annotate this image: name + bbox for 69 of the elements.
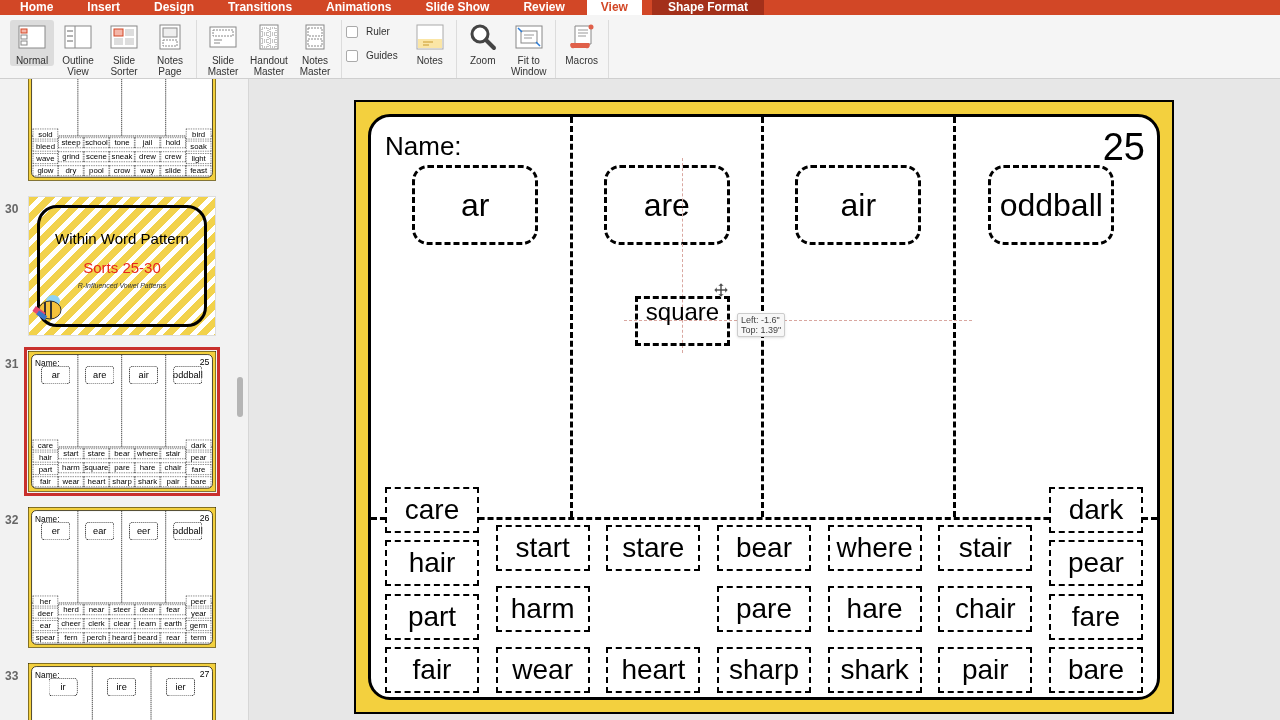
word-card[interactable]: fair xyxy=(385,647,479,693)
sort-number: 27 xyxy=(199,667,210,681)
ribbon-button[interactable]: Outline View xyxy=(56,20,100,77)
notes-icon xyxy=(414,23,445,51)
header-card: air xyxy=(795,165,922,245)
ribbon-button[interactable]: Notes Master xyxy=(293,20,337,77)
ribbon-tab[interactable]: Design xyxy=(142,0,207,15)
word-card[interactable]: pear xyxy=(1048,540,1143,587)
slide-thumbnail[interactable]: ir ire ier Name: 27 xyxy=(28,663,216,720)
word-card[interactable]: shark xyxy=(827,647,922,693)
word-card[interactable]: sharp xyxy=(716,647,811,693)
ribbon-button[interactable]: Fit to Window xyxy=(506,20,551,77)
ribbon-tab[interactable]: Animations xyxy=(314,0,404,15)
scrollbar-thumb[interactable] xyxy=(237,377,243,417)
word-card[interactable]: chair xyxy=(938,586,1033,632)
ribbon-button[interactable]: Zoom xyxy=(460,20,505,66)
ribbon-button[interactable]: Macros xyxy=(559,20,604,66)
word-card[interactable]: harm xyxy=(495,586,590,632)
bee-drawing xyxy=(31,293,65,323)
ribbon-tab[interactable]: Shape Format xyxy=(651,0,764,15)
header-card: are xyxy=(603,165,730,245)
ribbon-button[interactable]: Slide Sorter xyxy=(102,20,146,77)
ribbon-button[interactable]: Handout Master xyxy=(247,20,291,77)
ribbon-button[interactable]: Notes xyxy=(407,20,452,66)
word-card[interactable]: bear xyxy=(716,525,811,571)
ribbon-tab[interactable]: Review xyxy=(511,0,577,15)
ribbon-tab[interactable]: Slide Show xyxy=(413,0,502,15)
ribbon-tab[interactable]: Home xyxy=(8,0,66,15)
slide-number: 30 xyxy=(5,202,19,216)
word-card[interactable]: where xyxy=(827,525,922,571)
word-card[interactable]: hair xyxy=(385,540,479,587)
ribbon-button[interactable]: Notes Page xyxy=(148,20,192,77)
checkbox-option[interactable]: Guides xyxy=(346,48,398,63)
outline-view-icon xyxy=(63,23,93,51)
name-label: Name: xyxy=(385,130,462,163)
header-card: oddball xyxy=(988,165,1115,245)
slide-number: 32 xyxy=(5,513,19,527)
word-card[interactable]: start xyxy=(495,525,590,571)
slide-number: 31 xyxy=(5,357,19,371)
tooltip-line: Left: -1.6" xyxy=(741,315,781,325)
word-card[interactable]: pair xyxy=(938,647,1033,693)
ribbon-tab[interactable]: Insert xyxy=(75,0,133,15)
word-card[interactable]: stare xyxy=(606,525,701,571)
slide-sorter-icon xyxy=(109,23,139,51)
ribbon-button[interactable]: Slide Master xyxy=(201,20,245,77)
tooltip-line: Top: 1.39" xyxy=(741,325,782,335)
checkbox[interactable] xyxy=(346,49,358,62)
ribbon-tab[interactable]: View xyxy=(586,0,642,15)
word-card[interactable]: hare xyxy=(827,586,922,632)
checkbox[interactable] xyxy=(346,25,358,38)
word-card[interactable]: wear xyxy=(495,647,590,693)
word-card[interactable]: heart xyxy=(606,647,701,693)
checkbox-option[interactable]: Ruler xyxy=(346,24,398,39)
word-card[interactable]: part xyxy=(385,593,479,640)
slide-master-icon xyxy=(208,23,238,51)
normal-view-icon xyxy=(17,23,47,51)
ribbon-button[interactable]: Normal xyxy=(10,20,54,66)
word-card[interactable]: square xyxy=(635,296,730,346)
header-card: ar xyxy=(412,165,539,245)
fit-to-window-icon xyxy=(513,23,544,51)
word-card[interactable]: care xyxy=(385,487,479,533)
move-cursor-icon xyxy=(714,283,728,297)
word-card[interactable]: stair xyxy=(938,525,1033,571)
slide-number: 33 xyxy=(5,669,19,683)
word-card[interactable]: dark xyxy=(1048,487,1143,533)
ribbon-tab[interactable]: Transitions xyxy=(216,0,305,15)
word-card[interactable]: bare xyxy=(1048,647,1143,693)
word-card[interactable]: fare xyxy=(1048,593,1143,640)
word-card[interactable]: pare xyxy=(716,586,811,632)
